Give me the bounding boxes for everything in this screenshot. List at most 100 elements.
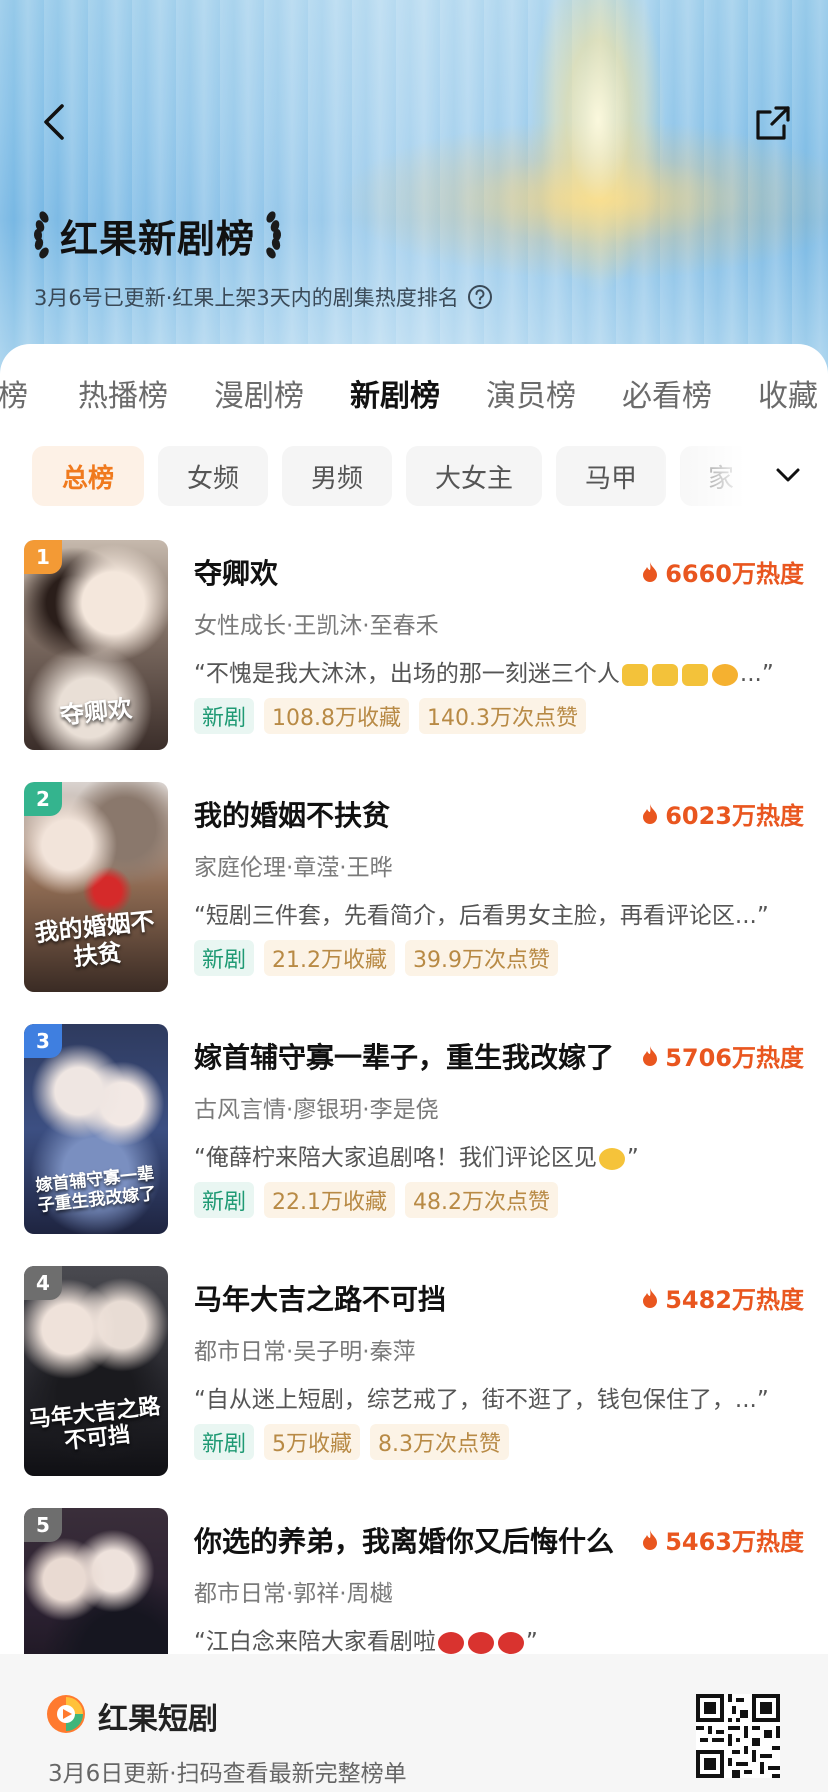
filter-fade <box>660 446 760 506</box>
tab-hot[interactable]: 热播榜 <box>78 372 168 422</box>
drama-quote: “自从迷上短剧，综艺戒了，街不逛了，钱包保住了，...” <box>194 1380 806 1414</box>
tag-row: 新剧 22.1万收藏 48.2万次点赞 <box>194 1182 568 1218</box>
pill-emoji-icon <box>681 663 708 686</box>
rank-badge: 4 <box>24 1266 62 1300</box>
share-button[interactable] <box>752 102 794 144</box>
filter-chip-female[interactable]: 女频 <box>158 446 268 506</box>
tag-likes: 48.2万次点赞 <box>405 1182 559 1218</box>
heat-score: 6023万热度 <box>641 796 804 831</box>
tab-partial-left[interactable]: 榜 <box>0 372 28 422</box>
tab-must-watch[interactable]: 必看榜 <box>622 372 712 422</box>
drama-quote: “不愧是我大沐沐，出场的那一刻迷三个人 ...” <box>194 654 806 688</box>
tab-actors[interactable]: 演员榜 <box>486 372 576 422</box>
hongguo-logo-icon <box>47 1695 85 1733</box>
flame-icon <box>643 1287 658 1308</box>
tag-favorites: 21.2万收藏 <box>264 940 396 976</box>
list-item[interactable]: 马年大吉之路不可挡 4 马年大吉之路不可挡 5482万热度 都市日常·吴子明·秦… <box>0 1266 828 1478</box>
quote-text: “江白念来陪大家看剧啦 <box>194 1629 436 1654</box>
drama-title[interactable]: 马年大吉之路不可挡 <box>194 1278 446 1318</box>
heat-value: 6660万热度 <box>665 560 804 588</box>
rank-badge: 5 <box>24 1508 62 1542</box>
heat-value: 5706万热度 <box>665 1044 804 1072</box>
drama-title[interactable]: 夺卿欢 <box>194 552 278 592</box>
qr-code-icon[interactable] <box>696 1694 780 1778</box>
drama-title[interactable]: 我的婚姻不扶贫 <box>194 794 390 834</box>
quote-text: “自从迷上短剧，综艺戒了，街不逛了，钱包保住了，...” <box>194 1387 769 1413</box>
tag-likes: 8.3万次点赞 <box>370 1424 510 1460</box>
tab-favorites[interactable]: 收藏 <box>758 372 818 422</box>
rank-badge: 2 <box>24 782 62 816</box>
drama-title[interactable]: 你选的养弟，我离婚你又后悔什么 <box>194 1520 614 1560</box>
drama-meta: 家庭伦理·章滢·王晔 <box>194 855 393 881</box>
chevron-down-icon[interactable] <box>770 457 806 493</box>
heat-value: 6023万热度 <box>665 802 804 830</box>
heat-value: 5482万热度 <box>665 1286 804 1314</box>
chevron-left-icon <box>44 104 64 140</box>
pill-emoji-icon <box>621 663 648 686</box>
flame-icon <box>643 803 658 824</box>
quote-text: “俺薛柠来陪大家追剧咯！我们评论区见 <box>194 1145 597 1171</box>
filter-chip-disguise[interactable]: 马甲 <box>556 446 666 506</box>
quote-end: ” <box>525 1629 538 1654</box>
flame-icon <box>643 1045 658 1066</box>
tag-new: 新剧 <box>194 1182 255 1218</box>
tab-new[interactable]: 新剧榜 <box>350 372 440 422</box>
flame-icon <box>643 1529 658 1550</box>
heat-score: 5706万热度 <box>641 1038 804 1073</box>
tag-likes: 39.9万次点赞 <box>405 940 559 976</box>
title-row: 红果新剧榜 <box>30 208 285 262</box>
drama-meta: 古风言情·廖银玥·李是侥 <box>194 1097 439 1123</box>
tag-row: 新剧 5万收藏 8.3万次点赞 <box>194 1424 519 1460</box>
footer-bar: 红果短剧 3月6日更新·扫码查看最新完整榜单 <box>0 1654 828 1792</box>
ranking-tabs: 榜 热播榜 漫剧榜 新剧榜 演员榜 必看榜 收藏 <box>0 372 828 422</box>
list-item[interactable]: 5 你选的养弟，我离婚你又后悔什么 5463万热度 都市日常·郭祥·周樾 “江白… <box>0 1508 828 1654</box>
drama-meta: 都市日常·吴子明·秦萍 <box>194 1339 416 1365</box>
drama-quote: “江白念来陪大家看剧啦 ” <box>194 1622 806 1654</box>
heat-score: 5482万热度 <box>641 1280 804 1315</box>
heat-value: 5463万热度 <box>665 1528 804 1556</box>
filter-chip-heroine[interactable]: 大女主 <box>406 446 542 506</box>
drama-meta: 女性成长·王凯沐·至春禾 <box>194 613 439 639</box>
tag-new: 新剧 <box>194 698 255 734</box>
tag-likes: 140.3万次点赞 <box>419 698 586 734</box>
back-button[interactable] <box>34 100 78 144</box>
drama-cover[interactable]: 我的婚姻不扶贫 2 <box>24 782 168 992</box>
filter-chip-male[interactable]: 男频 <box>282 446 392 506</box>
pill-emoji-icon <box>651 663 678 686</box>
quote-text: “短剧三件套，先看简介，后看男女主脸，再看评论区...” <box>194 903 769 929</box>
rank-badge: 1 <box>24 540 62 574</box>
rose-emoji-icon <box>437 1631 464 1654</box>
tag-favorites: 5万收藏 <box>264 1424 361 1460</box>
header-banner: 红果新剧榜 3月6号已更新·红果上架3天内的剧集热度排名 <box>0 0 828 400</box>
list-item[interactable]: 夺卿欢 1 夺卿欢 6660万热度 女性成长·王凯沐·至春禾 “不愧是我大沐沐，… <box>0 540 828 752</box>
question-circle-icon[interactable] <box>467 284 493 310</box>
laurel-right-icon <box>266 211 282 259</box>
tab-comic[interactable]: 漫剧榜 <box>214 372 304 422</box>
footer-caption: 3月6日更新·扫码查看最新完整榜单 <box>48 1761 407 1787</box>
drama-cover[interactable]: 5 <box>24 1508 168 1654</box>
quote-text: “不愧是我大沐沐，出场的那一刻迷三个人 <box>194 661 620 687</box>
drama-cover[interactable]: 嫁首辅守寡一辈子重生我改嫁了 3 <box>24 1024 168 1234</box>
list-item[interactable]: 我的婚姻不扶贫 2 我的婚姻不扶贫 6023万热度 家庭伦理·章滢·王晔 “短剧… <box>0 782 828 994</box>
tag-row: 新剧 108.8万收藏 140.3万次点赞 <box>194 698 596 734</box>
quote-end: ...” <box>739 661 774 687</box>
drama-meta: 都市日常·郭祥·周樾 <box>194 1581 393 1607</box>
tag-row: 新剧 21.2万收藏 39.9万次点赞 <box>194 940 568 976</box>
heart-eyes-emoji-icon <box>711 663 738 686</box>
flame-icon <box>643 561 658 582</box>
drama-cover[interactable]: 夺卿欢 1 <box>24 540 168 750</box>
tag-new: 新剧 <box>194 940 255 976</box>
filter-chip-all[interactable]: 总榜 <box>32 446 144 506</box>
laurel-left-icon <box>33 211 49 259</box>
rank-badge: 3 <box>24 1024 62 1058</box>
tag-new: 新剧 <box>194 1424 255 1460</box>
rose-emoji-icon <box>467 1631 494 1654</box>
crying-laughing-emoji-icon <box>598 1147 625 1170</box>
drama-title[interactable]: 嫁首辅守寡一辈子，重生我改嫁了 <box>194 1036 614 1076</box>
heat-score: 6660万热度 <box>641 554 804 589</box>
drama-cover[interactable]: 马年大吉之路不可挡 4 <box>24 1266 168 1476</box>
list-item[interactable]: 嫁首辅守寡一辈子重生我改嫁了 3 嫁首辅守寡一辈子，重生我改嫁了 5706万热度… <box>0 1024 828 1236</box>
drama-quote: “短剧三件套，先看简介，后看男女主脸，再看评论区...” <box>194 896 806 930</box>
update-subtitle: 3月6号已更新·红果上架3天内的剧集热度排名 <box>34 286 459 310</box>
subtitle-row: 3月6号已更新·红果上架3天内的剧集热度排名 <box>34 282 493 312</box>
